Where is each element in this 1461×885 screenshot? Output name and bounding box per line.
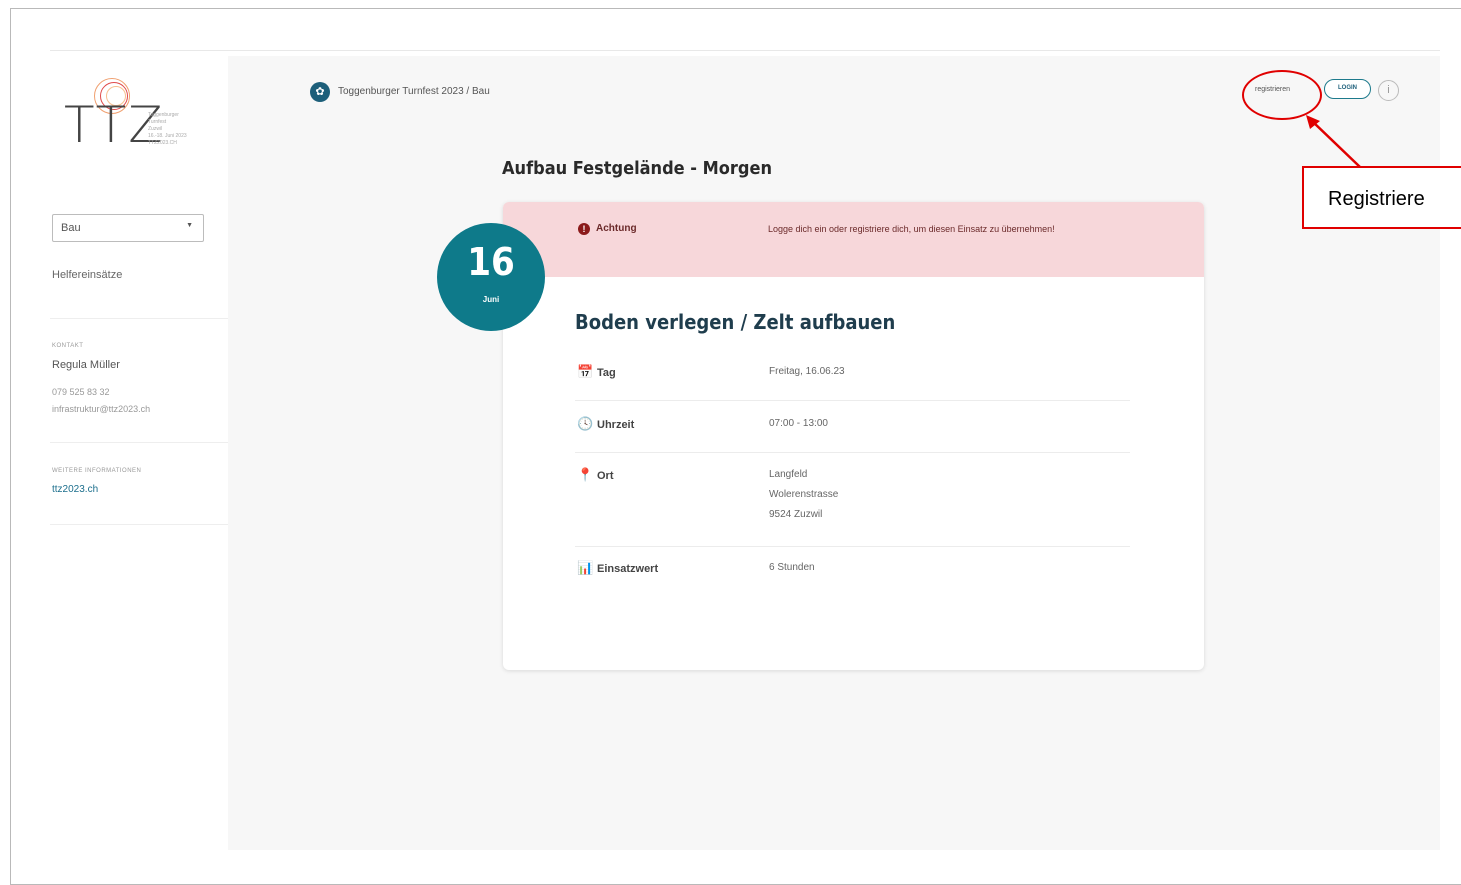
alert-icon: ! <box>578 223 590 235</box>
logo-meta-line: 16.-18. Juni 2023 <box>148 133 187 139</box>
contact-email[interactable]: infrastruktur@ttz2023.ch <box>52 404 150 414</box>
page-title: Aufbau Festgelände - Morgen <box>502 158 772 179</box>
date-month: Juni <box>482 295 500 304</box>
alert-label: Achtung <box>596 223 637 234</box>
address-line: Langfeld <box>769 469 808 480</box>
breadcrumb[interactable]: Toggenburger Turnfest 2023 / Bau <box>338 86 490 97</box>
row-divider <box>575 400 1130 401</box>
detail-label: Ort <box>597 470 614 482</box>
detail-label: Einsatzwert <box>597 563 659 575</box>
detail-label: Tag <box>597 367 616 379</box>
address-line: 9524 Zuzwil <box>769 509 823 520</box>
location-pin-icon: 📍 <box>577 467 594 482</box>
chevron-down-icon: ▼ <box>186 222 193 229</box>
category-select-value: Bau <box>61 222 81 234</box>
job-title: Boden verlegen / Zelt aufbauen <box>575 310 896 334</box>
logo-meta-line: Zuzwil <box>148 126 163 132</box>
login-alert: ! Achtung Logge dich ein oder registrier… <box>503 202 1204 277</box>
sidebar-item-helfereinsaetze[interactable]: Helfereinsätze <box>52 269 122 281</box>
annotation-ellipse <box>1242 70 1322 120</box>
sidebar-divider <box>50 442 228 443</box>
main-content: ✿ Toggenburger Turnfest 2023 / Bau regis… <box>228 56 1440 850</box>
address-line: Wolerenstrasse <box>769 489 839 500</box>
job-card: ! Achtung Logge dich ein oder registrier… <box>503 202 1204 670</box>
contact-name: Regula Müller <box>52 359 120 371</box>
contact-heading: Kontakt <box>52 343 84 349</box>
detail-value: Langfeld Wolerenstrasse 9524 Zuzwil <box>769 465 838 525</box>
sidebar-divider <box>50 318 228 319</box>
top-divider <box>50 50 1440 51</box>
detail-label: Uhrzeit <box>597 419 635 431</box>
row-divider <box>575 452 1130 453</box>
category-select[interactable]: Bau ▼ <box>52 214 204 242</box>
sidebar-divider <box>50 524 228 525</box>
event-globe-icon[interactable]: ✿ <box>310 82 330 102</box>
logo-meta: Toggenburger Turnfest Zuzwil 16.-18. Jun… <box>148 112 208 147</box>
logo-meta-line: TTZ2023.CH <box>148 140 177 146</box>
detail-value: 07:00 - 13:00 <box>769 418 828 429</box>
date-badge: 16 Juni <box>437 223 545 331</box>
row-divider <box>575 546 1130 547</box>
alert-message: Logge dich ein oder registriere dich, um… <box>768 224 1055 234</box>
website-link[interactable]: ttz2023.ch <box>52 484 98 495</box>
detail-value: Freitag, 16.06.23 <box>769 366 845 377</box>
contact-phone[interactable]: 079 525 83 32 <box>52 387 110 397</box>
sidebar: TTZ Toggenburger Turnfest Zuzwil 16.-18.… <box>50 56 228 850</box>
date-day: 16 <box>467 240 515 284</box>
logo-meta-line: Turnfest <box>148 119 167 125</box>
login-button[interactable]: LOGIN <box>1324 79 1371 99</box>
bar-chart-icon: 📊 <box>577 560 594 575</box>
logo-meta-line: Toggenburger <box>148 112 179 118</box>
ttz-logo[interactable]: TTZ Toggenburger Turnfest Zuzwil 16.-18.… <box>64 78 224 158</box>
info-heading: Weitere Informationen <box>52 468 142 474</box>
info-icon[interactable]: i <box>1378 80 1399 101</box>
calendar-icon: 📅 <box>577 364 594 379</box>
clock-icon: 🕓 <box>577 416 594 431</box>
detail-value: 6 Stunden <box>769 562 815 573</box>
annotation-callout: Registriere <box>1302 166 1461 229</box>
